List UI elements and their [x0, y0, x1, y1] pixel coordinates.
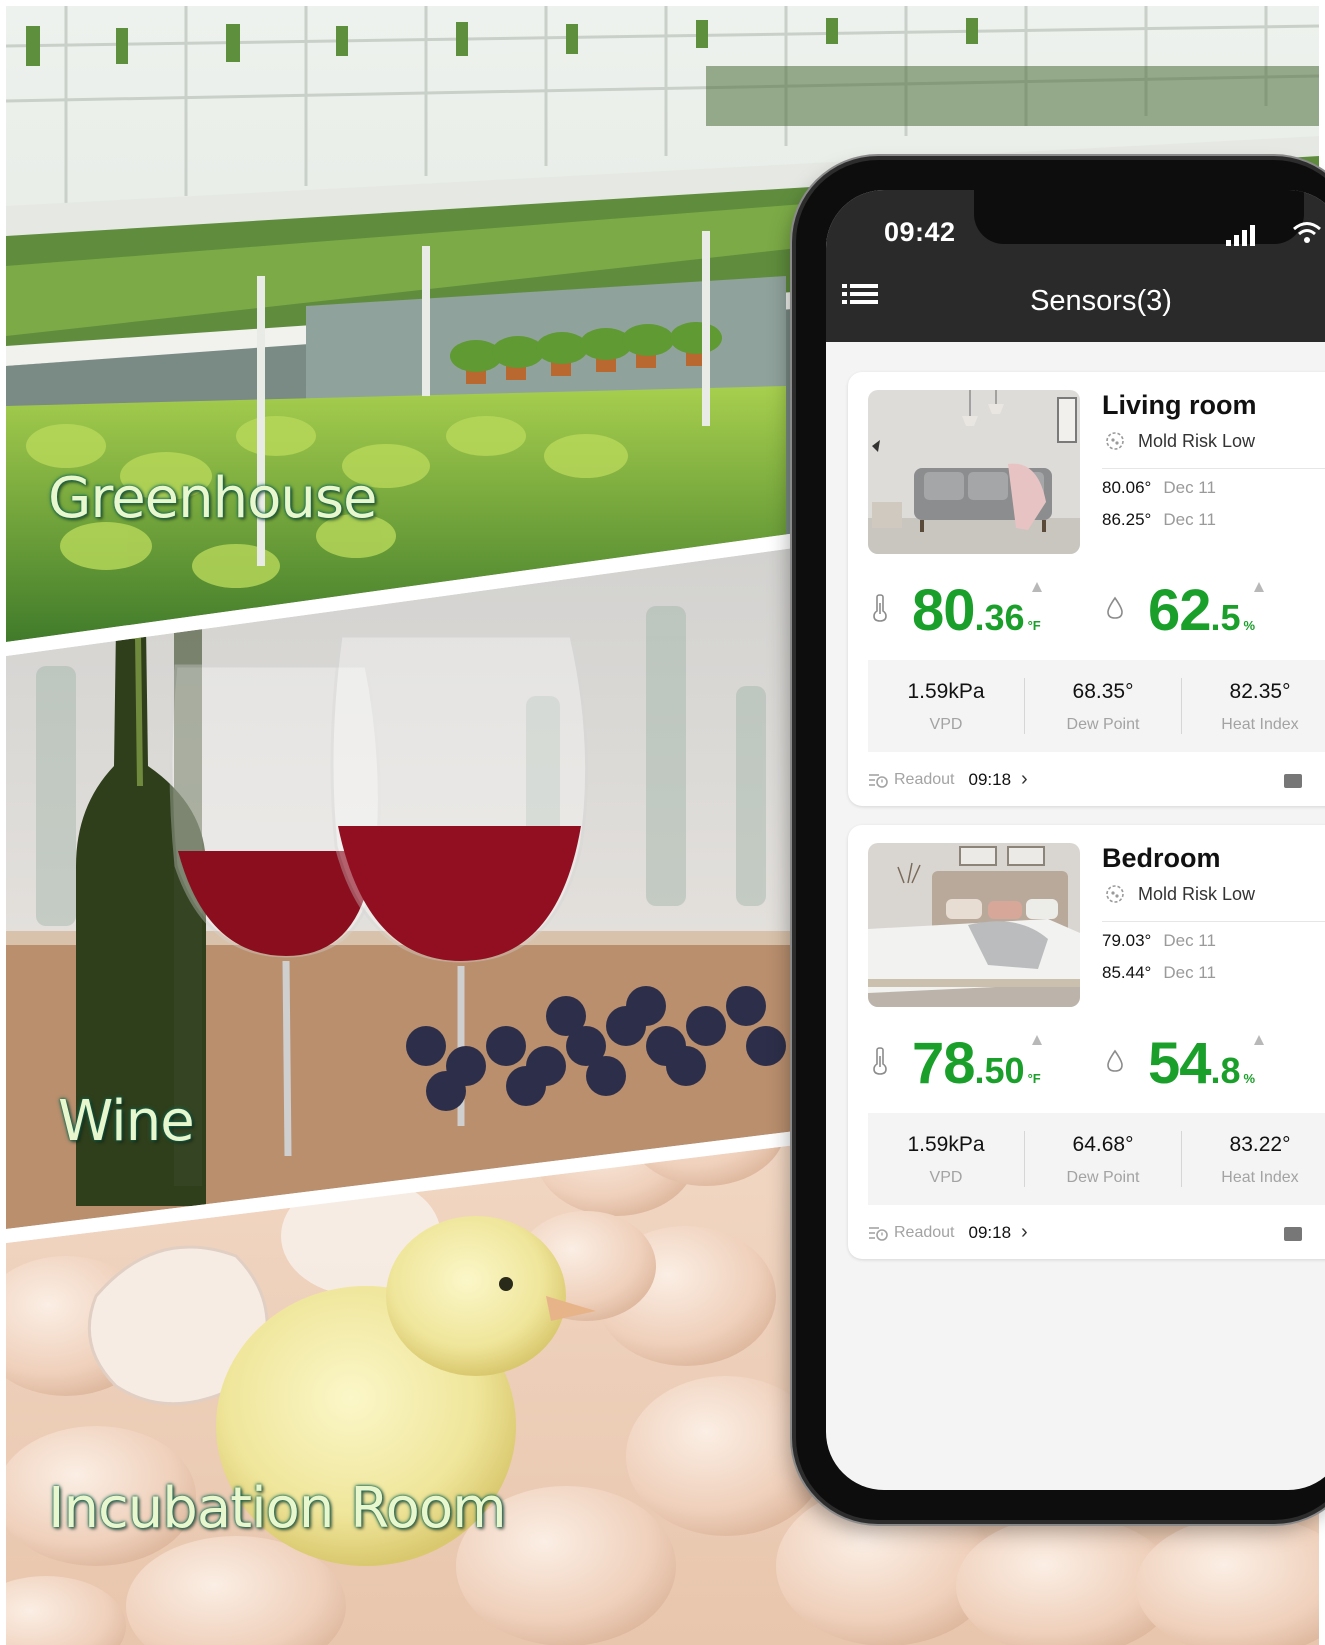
humidity-reading: 62.5%	[1148, 577, 1255, 644]
history-date: Dec 11	[1163, 510, 1216, 529]
chevron-right-icon: ›	[1021, 768, 1028, 790]
temperature-reading: 78.50 °F	[912, 1030, 1041, 1097]
readout-link[interactable]: Readout 09:18 ›	[868, 768, 1028, 791]
room-name: Bedroom	[1102, 843, 1221, 873]
mold-risk-row: Mold Risk Low	[1104, 883, 1255, 905]
temperature-fraction: .50	[974, 1050, 1025, 1091]
chevron-right-icon: ›	[1021, 1221, 1028, 1243]
vpd-label: VPD	[929, 716, 963, 733]
history-date: Dec 11	[1163, 931, 1216, 950]
heat-index-stat: 82.35° Heat Index	[1182, 660, 1325, 734]
page-title: Sensors(3)	[1030, 285, 1172, 317]
status-time: 09:42	[884, 217, 956, 247]
dew-point-value: 68.35°	[1072, 680, 1134, 703]
history-value: 80.06°	[1102, 478, 1152, 497]
vpd-value: 1.59kPa	[907, 1133, 985, 1156]
mold-risk-icon	[1106, 432, 1124, 450]
dew-point-label: Dew Point	[1066, 1169, 1140, 1186]
humidity-fraction: .5	[1210, 597, 1241, 638]
humidity-icon	[1107, 1049, 1123, 1072]
app-header: 09:42 Sensors(3)	[826, 190, 1325, 342]
vpd-value: 1.59kPa	[907, 680, 985, 703]
readout-icon	[869, 1226, 888, 1241]
history-row: 79.03° Dec 11	[1102, 931, 1216, 951]
vpd-stat: 1.59kPa VPD	[868, 1113, 1024, 1187]
divider	[1102, 468, 1325, 469]
history-date: Dec 11	[1163, 963, 1216, 982]
trend-up-icon	[1254, 1035, 1264, 1045]
humidity-icon	[1107, 596, 1123, 619]
dew-point-label: Dew Point	[1066, 716, 1140, 733]
greenhouse-label: Greenhouse	[48, 466, 377, 531]
heat-index-stat: 83.22° Heat Index	[1182, 1113, 1325, 1187]
dew-point-value: 64.68°	[1072, 1133, 1134, 1156]
incubation-room-label: Incubation Room	[48, 1476, 507, 1541]
trend-up-icon	[1032, 1035, 1042, 1045]
divider	[1102, 921, 1325, 922]
battery-icon	[1284, 774, 1302, 788]
temperature-unit: °F	[1027, 1071, 1041, 1086]
mold-risk-row: Mold Risk Low	[1104, 430, 1255, 452]
readout-label: Readout	[894, 1223, 955, 1241]
heat-index-label: Heat Index	[1221, 1169, 1299, 1186]
dew-point-stat: 64.68° Dew Point	[1025, 1113, 1181, 1187]
wifi-icon	[1293, 222, 1321, 243]
dew-point-stat: 68.35° Dew Point	[1025, 660, 1181, 734]
history-value: 86.25°	[1102, 510, 1152, 529]
readout-time: 09:18	[968, 769, 1012, 789]
humidity-reading: 54.8%	[1148, 1030, 1255, 1097]
mold-risk-icon	[1106, 885, 1124, 903]
history-date: Dec 11	[1163, 478, 1216, 497]
history-row: 80.06° Dec 11	[1102, 478, 1216, 498]
stats-panel: 1.59kPa VPD 68.35° Dew Point 82.35° Heat…	[868, 660, 1325, 752]
humidity-integer: 62	[1148, 578, 1212, 643]
trend-up-icon	[1032, 582, 1042, 592]
mold-risk-text: Mold Risk Low	[1138, 883, 1256, 904]
temperature-unit: °F	[1027, 618, 1041, 633]
humidity-unit: %	[1243, 1071, 1256, 1086]
humidity-fraction: .8	[1210, 1050, 1241, 1091]
temperature-fraction: .36	[974, 597, 1025, 638]
stats-panel: 1.59kPa VPD 64.68° Dew Point 83.22° Heat…	[868, 1113, 1325, 1205]
temperature-integer: 78	[912, 1031, 976, 1096]
app-screen: 09:42 Sensors(3) Living room Mold Risk L…	[826, 190, 1325, 1490]
history-row: 86.25° Dec 11	[1102, 510, 1216, 530]
temperature-integer: 80	[912, 578, 976, 643]
readout-icon	[869, 773, 888, 788]
room-name: Living room	[1102, 390, 1257, 420]
trend-up-icon	[1254, 582, 1264, 592]
temperature-reading: 80.36 °F	[912, 577, 1041, 644]
sensor-card-bedroom[interactable]: Bedroom Mold Risk Low 79.03° Dec 11 85.44…	[848, 825, 1325, 1259]
signal-icon	[1226, 225, 1255, 246]
heat-index-value: 82.35°	[1229, 680, 1291, 703]
vpd-stat: 1.59kPa VPD	[868, 660, 1024, 734]
vpd-label: VPD	[929, 1169, 963, 1186]
mold-risk-text: Mold Risk Low	[1138, 430, 1256, 451]
phone-mockup: 09:42 Sensors(3) Living room Mold Risk L…	[796, 160, 1325, 1520]
history-value: 85.44°	[1102, 963, 1152, 982]
readout-time: 09:18	[968, 1222, 1012, 1242]
battery-icon	[1284, 1227, 1302, 1241]
history-row: 85.44° Dec 11	[1102, 963, 1216, 983]
bedroom-photo	[868, 843, 1080, 1007]
living-room-photo	[868, 390, 1080, 554]
heat-index-label: Heat Index	[1221, 716, 1299, 733]
sensor-card-living-room[interactable]: Living room Mold Risk Low 80.06° Dec 11 8…	[848, 372, 1325, 806]
humidity-unit: %	[1243, 618, 1256, 633]
readout-label: Readout	[894, 770, 955, 788]
thermometer-icon	[873, 1047, 887, 1075]
thermometer-icon	[873, 594, 887, 622]
wine-label: Wine	[58, 1089, 195, 1154]
history-value: 79.03°	[1102, 931, 1152, 950]
heat-index-value: 83.22°	[1229, 1133, 1291, 1156]
readout-link[interactable]: Readout 09:18 ›	[868, 1221, 1028, 1244]
humidity-integer: 54	[1148, 1031, 1212, 1096]
